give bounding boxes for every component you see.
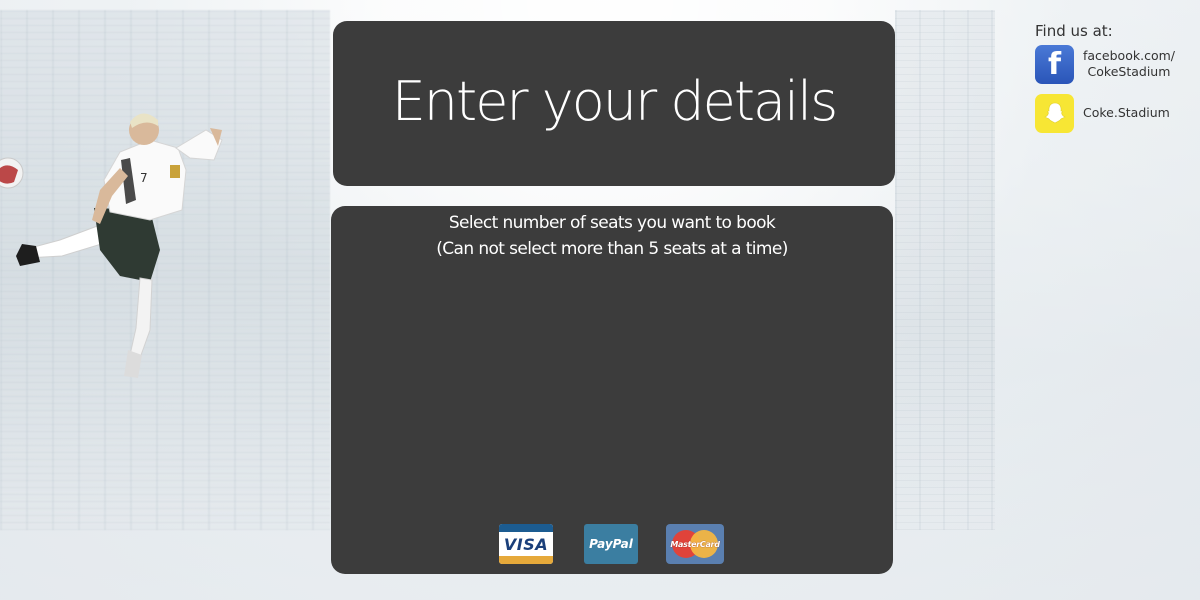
paypal-logo: PayPal: [589, 537, 633, 551]
facebook-link[interactable]: f facebook.com/ CokeStadium: [1035, 44, 1195, 84]
visa-payment-button[interactable]: VISA: [499, 524, 553, 564]
snapchat-label: Coke.Stadium: [1083, 105, 1170, 120]
seat-limit-note: (Can not select more than 5 seats at a t…: [436, 239, 788, 259]
facebook-icon: f: [1035, 44, 1074, 84]
mastercard-logo: MasterCard: [670, 539, 720, 549]
seat-instruction-line: Select number of seats you want to book: [448, 213, 776, 233]
soccer-player-image: 7: [0, 113, 223, 378]
svg-text:7: 7: [140, 171, 148, 185]
snapchat-ghost-icon: [1035, 93, 1074, 133]
find-us-heading: Find us at:: [1035, 22, 1113, 40]
mastercard-payment-button[interactable]: MasterCard: [666, 524, 724, 564]
payment-methods: VISA PayPal MasterCard: [331, 524, 893, 568]
page: 7 Enter your details Select number of se…: [0, 0, 1200, 600]
visa-stripe-top: [499, 524, 553, 532]
snapchat-link[interactable]: Coke.Stadium: [1035, 93, 1195, 133]
facebook-label: facebook.com/ CokeStadium: [1083, 48, 1175, 80]
stadium-stands-right: [895, 10, 995, 530]
facebook-url-line2: CokeStadium: [1087, 64, 1171, 79]
header-panel: Enter your details: [333, 21, 895, 186]
visa-stripe-bottom: [499, 556, 553, 564]
social-links: Find us at: f facebook.com/ CokeStadium …: [1035, 22, 1195, 142]
visa-logo: VISA: [503, 534, 549, 554]
paypal-payment-button[interactable]: PayPal: [584, 524, 638, 564]
seat-selection-panel: Select number of seats you want to book …: [331, 206, 893, 574]
page-title: Enter your details: [391, 70, 839, 133]
snapchat-ghost-shape: [1043, 102, 1066, 124]
facebook-url-line1: facebook.com/: [1083, 48, 1175, 63]
seat-instructions: Select number of seats you want to book …: [286, 210, 938, 262]
